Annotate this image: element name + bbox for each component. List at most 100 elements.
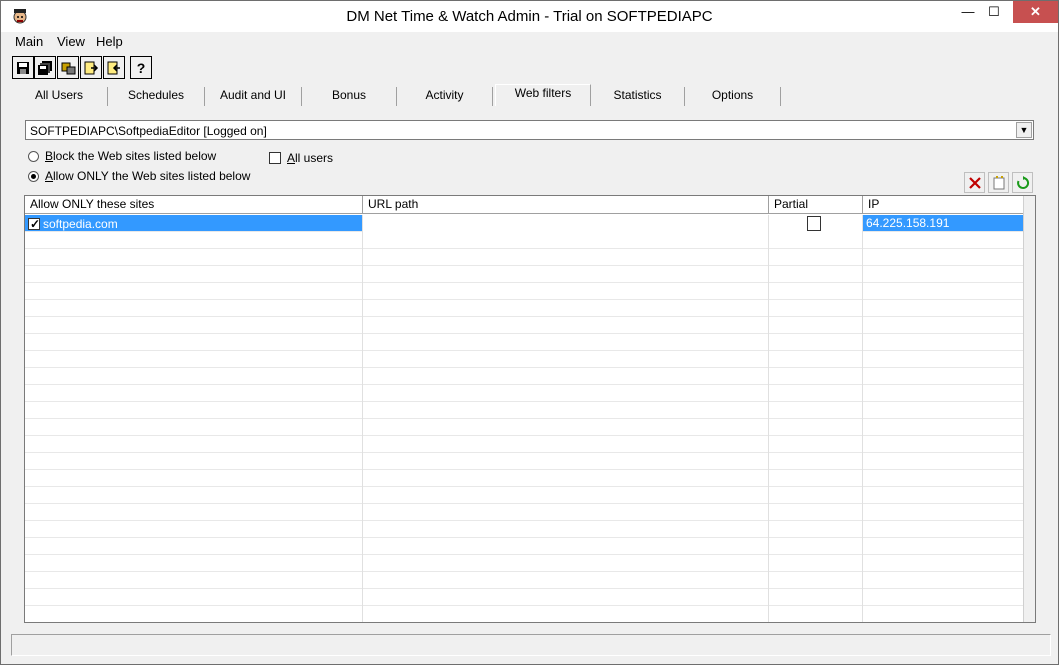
empty-cell — [769, 232, 863, 249]
import-icon[interactable] — [103, 56, 125, 79]
empty-cell — [769, 504, 863, 521]
empty-cell — [363, 487, 769, 504]
empty-cell — [363, 334, 769, 351]
tab-options[interactable]: Options — [685, 87, 781, 106]
site-cell: softpedia.com — [25, 215, 363, 232]
site-enabled-checkbox[interactable] — [28, 216, 40, 232]
empty-cell — [863, 453, 1025, 470]
user-select[interactable]: SOFTPEDIAPC\SoftpediaEditor [Logged on] … — [25, 120, 1034, 140]
menu-view[interactable]: View — [57, 34, 85, 49]
empty-cell — [25, 351, 363, 368]
save-all-icon[interactable] — [34, 56, 56, 79]
tab-activity[interactable]: Activity — [397, 87, 493, 106]
column-header-url-path[interactable]: URL path — [363, 196, 769, 214]
column-header-ip[interactable]: IP — [863, 196, 1025, 214]
empty-cell — [863, 436, 1025, 453]
menu-help[interactable]: Help — [96, 34, 123, 49]
empty-table-row — [25, 487, 1025, 504]
tab-statistics[interactable]: Statistics — [591, 87, 685, 106]
empty-cell — [25, 266, 363, 283]
empty-table-row — [25, 470, 1025, 487]
empty-cell — [863, 385, 1025, 402]
empty-table-row — [25, 419, 1025, 436]
empty-table-row — [25, 249, 1025, 266]
tab-web-filters[interactable]: Web filters — [495, 84, 591, 106]
empty-cell — [769, 538, 863, 555]
empty-cell — [363, 606, 769, 622]
empty-cell — [363, 521, 769, 538]
vertical-scrollbar[interactable] — [1023, 196, 1035, 622]
empty-cell — [363, 419, 769, 436]
save-icon[interactable] — [12, 56, 34, 79]
block-radio[interactable] — [28, 150, 39, 162]
block-radio-option[interactable]: Block the Web sites listed below — [28, 149, 216, 163]
tab-audit-and-ui[interactable]: Audit and UI — [205, 87, 302, 106]
close-button[interactable]: ✕ — [1013, 1, 1058, 23]
empty-table-row — [25, 589, 1025, 606]
chevron-down-icon[interactable]: ▼ — [1016, 122, 1032, 138]
tab-strip: All Users Schedules Audit and UI Bonus A… — [11, 84, 1051, 106]
empty-cell — [769, 606, 863, 622]
window-title: DM Net Time & Watch Admin - Trial on SOF… — [346, 8, 713, 25]
empty-table-row — [25, 572, 1025, 589]
table-row[interactable]: softpedia.com 64.225.158.191 — [25, 215, 1025, 232]
empty-cell — [863, 470, 1025, 487]
table-header: Allow ONLY these sites URL path Partial … — [25, 196, 1035, 214]
empty-cell — [363, 504, 769, 521]
empty-cell — [863, 606, 1025, 622]
allow-label: Allow ONLY the Web sites listed below — [45, 169, 251, 183]
empty-cell — [25, 521, 363, 538]
allow-radio-option[interactable]: Allow ONLY the Web sites listed below — [28, 169, 250, 183]
empty-table-row — [25, 606, 1025, 622]
empty-cell — [863, 538, 1025, 555]
sites-table[interactable]: Allow ONLY these sites URL path Partial … — [24, 195, 1036, 623]
empty-cell — [25, 538, 363, 555]
empty-cell — [25, 300, 363, 317]
partial-cell[interactable] — [769, 215, 863, 232]
tab-schedules[interactable]: Schedules — [108, 87, 205, 106]
partial-checkbox[interactable] — [807, 216, 821, 231]
empty-cell — [363, 266, 769, 283]
empty-cell — [363, 402, 769, 419]
all-users-option[interactable]: All users — [269, 151, 333, 165]
empty-cell — [863, 572, 1025, 589]
help-icon[interactable]: ? — [130, 56, 152, 79]
tab-bonus[interactable]: Bonus — [302, 87, 397, 106]
empty-cell — [363, 232, 769, 249]
empty-cell — [769, 402, 863, 419]
menu-main[interactable]: Main — [15, 34, 43, 49]
empty-table-row — [25, 334, 1025, 351]
empty-cell — [363, 555, 769, 572]
empty-cell — [363, 368, 769, 385]
empty-cell — [769, 589, 863, 606]
empty-cell — [863, 351, 1025, 368]
empty-cell — [769, 572, 863, 589]
empty-cell — [863, 368, 1025, 385]
status-bar — [11, 634, 1051, 656]
empty-table-row — [25, 351, 1025, 368]
empty-table-row — [25, 232, 1025, 249]
all-users-checkbox[interactable] — [269, 152, 281, 164]
empty-cell — [25, 283, 363, 300]
column-header-site[interactable]: Allow ONLY these sites — [25, 196, 363, 214]
empty-cell — [863, 487, 1025, 504]
empty-cell — [25, 504, 363, 521]
empty-cell — [363, 538, 769, 555]
empty-cell — [25, 232, 363, 249]
url-path-cell[interactable] — [363, 215, 769, 232]
empty-cell — [863, 589, 1025, 606]
delete-icon[interactable] — [964, 172, 985, 193]
new-icon[interactable] — [988, 172, 1009, 193]
tab-all-users[interactable]: All Users — [11, 87, 108, 106]
ip-cell[interactable]: 64.225.158.191 — [863, 215, 1025, 232]
maximize-button[interactable]: ☐ — [979, 1, 1009, 23]
empty-table-row — [25, 368, 1025, 385]
empty-cell — [363, 385, 769, 402]
tools-icon[interactable] — [57, 56, 79, 79]
refresh-icon[interactable] — [1012, 172, 1033, 193]
column-header-partial[interactable]: Partial — [769, 196, 863, 214]
allow-radio[interactable] — [28, 170, 39, 182]
empty-cell — [769, 334, 863, 351]
export-icon[interactable] — [80, 56, 102, 79]
empty-table-row — [25, 436, 1025, 453]
